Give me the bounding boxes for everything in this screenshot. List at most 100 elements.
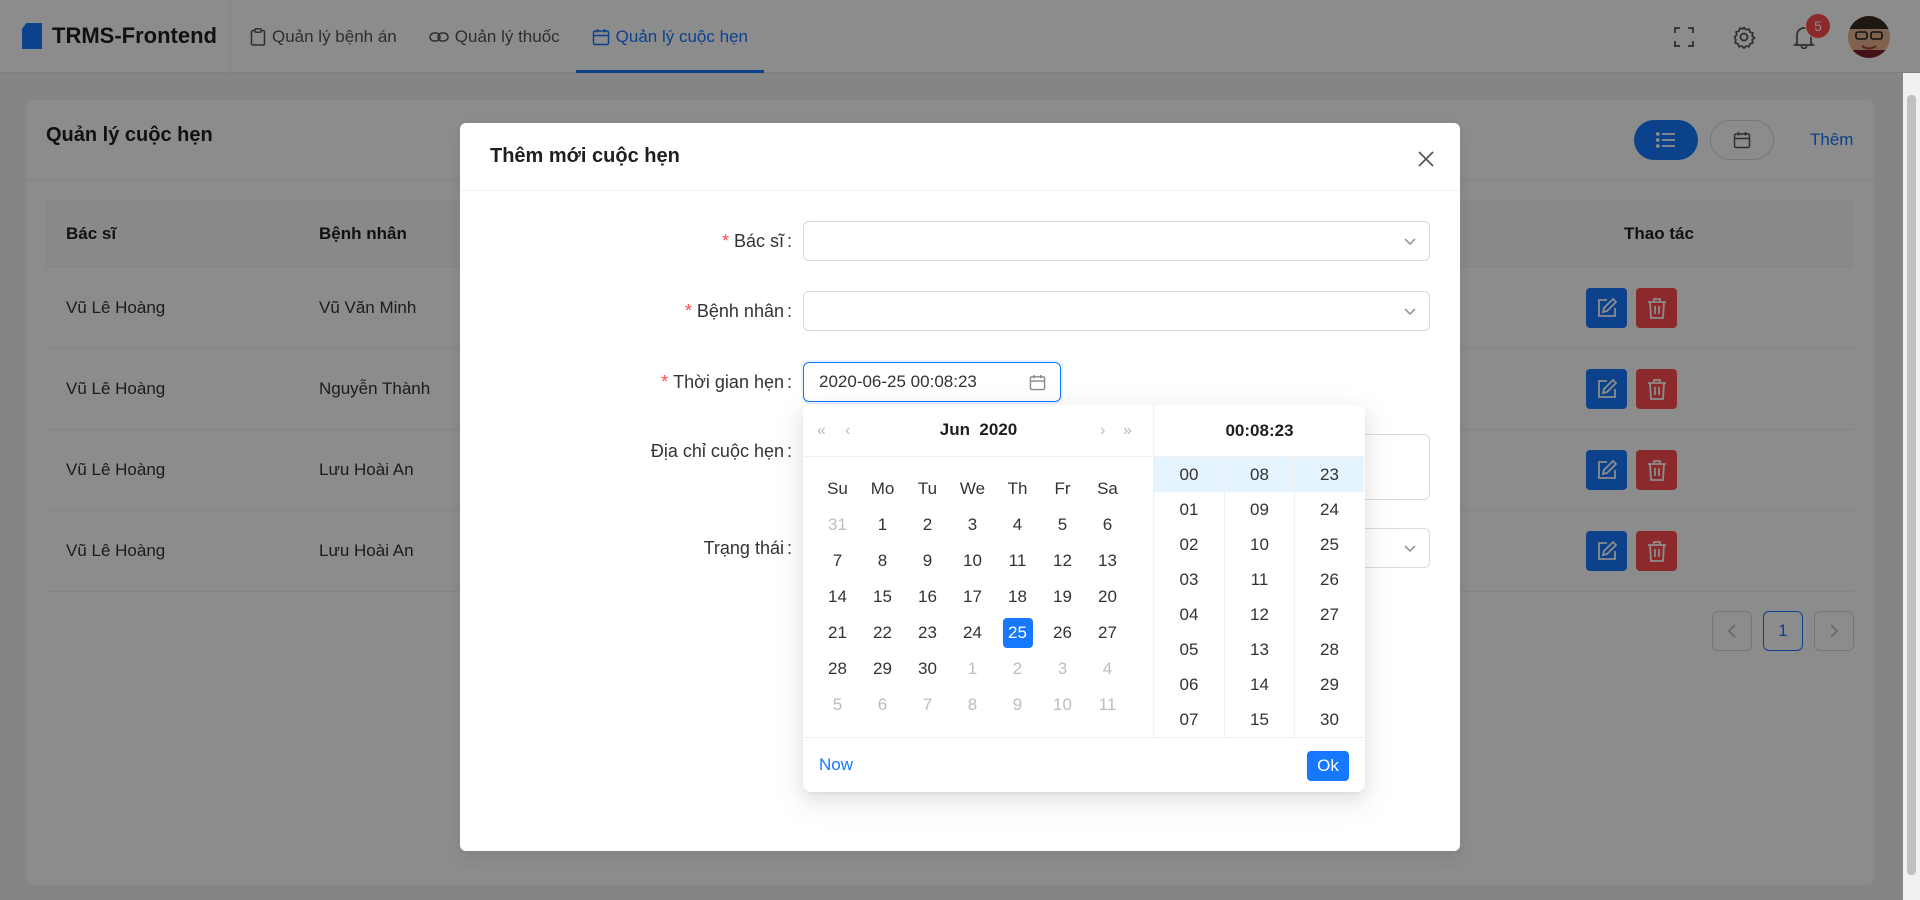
calendar-day[interactable]: 7 — [905, 690, 950, 720]
time-cell[interactable]: 30 — [1295, 702, 1364, 737]
calendar-day[interactable]: 13 — [1085, 546, 1130, 576]
next-month-button[interactable]: › — [1100, 423, 1105, 439]
calendar-day-number: 1 — [877, 515, 888, 534]
form-row-doctor: * Bác sĩ: — [460, 221, 1460, 261]
calendar-day[interactable]: 14 — [815, 582, 860, 612]
time-cell[interactable]: 06 — [1154, 667, 1224, 702]
calendar-day[interactable]: 26 — [1040, 618, 1085, 648]
page-scrollbar[interactable] — [1903, 73, 1920, 900]
calendar-day[interactable]: 4 — [995, 510, 1040, 540]
required-mark: * — [661, 371, 669, 392]
calendar-day[interactable]: 3 — [950, 510, 995, 540]
calendar-day[interactable]: 11 — [995, 546, 1040, 576]
calendar-day[interactable]: 28 — [815, 654, 860, 684]
calendar-day[interactable]: 31 — [815, 510, 860, 540]
time-cell[interactable]: 07 — [1154, 702, 1224, 737]
time-cell[interactable]: 04 — [1154, 597, 1224, 632]
time-cell[interactable]: 13 — [1225, 632, 1294, 667]
calendar-day-number: 24 — [963, 623, 982, 642]
calendar-day[interactable]: 16 — [905, 582, 950, 612]
time-cell[interactable]: 12 — [1225, 597, 1294, 632]
time-cell[interactable]: 25 — [1295, 527, 1364, 562]
calendar-day[interactable]: 27 — [1085, 618, 1130, 648]
time-cell[interactable]: 27 — [1295, 597, 1364, 632]
calendar-panel: « ‹ Jun 2020 › » Su Mo Tu We Th Fr Sa 31 1 2 3 4 5 6 7… — [803, 405, 1154, 737]
calendar-day[interactable]: 24 — [950, 618, 995, 648]
calendar-day[interactable]: 23 — [905, 618, 950, 648]
time-cell[interactable]: 09 — [1225, 492, 1294, 527]
calendar-day[interactable]: 9 — [995, 690, 1040, 720]
weekday-label: Su — [827, 479, 848, 498]
calendar-week: 14 15 16 17 18 19 20 — [815, 579, 1142, 615]
time-cell[interactable]: 28 — [1295, 632, 1364, 667]
calendar-day[interactable]: 2 — [995, 654, 1040, 684]
calendar-day[interactable]: 1 — [950, 654, 995, 684]
calendar-day[interactable]: 9 — [905, 546, 950, 576]
calendar-day[interactable]: 2 — [905, 510, 950, 540]
calendar-day-number: 8 — [967, 695, 978, 714]
time-cell[interactable]: 26 — [1295, 562, 1364, 597]
calendar-day[interactable]: 10 — [1040, 690, 1085, 720]
calendar-day[interactable]: 7 — [815, 546, 860, 576]
calendar-day[interactable]: 19 — [1040, 582, 1085, 612]
calendar-day[interactable]: 17 — [950, 582, 995, 612]
calendar-day-selected[interactable]: 25 — [995, 618, 1040, 648]
now-button[interactable]: Now — [819, 755, 853, 775]
time-cell[interactable]: 24 — [1295, 492, 1364, 527]
time-cell[interactable]: 02 — [1154, 527, 1224, 562]
calendar-day[interactable]: 10 — [950, 546, 995, 576]
patient-select[interactable] — [803, 291, 1430, 331]
calendar-day[interactable]: 5 — [815, 690, 860, 720]
calendar-day-number: 14 — [828, 587, 847, 606]
label-colon: : — [786, 300, 792, 321]
calendar-day[interactable]: 1 — [860, 510, 905, 540]
modal-title: Thêm mới cuộc hẹn — [490, 145, 680, 167]
next-year-button[interactable]: » — [1123, 423, 1132, 439]
time-cell-selected[interactable]: 08 — [1225, 457, 1294, 492]
calendar-day[interactable]: 11 — [1085, 690, 1130, 720]
calendar-day[interactable]: 15 — [860, 582, 905, 612]
calendar-day[interactable]: 12 — [1040, 546, 1085, 576]
time-cell[interactable]: 11 — [1225, 562, 1294, 597]
calendar-day-number: 7 — [832, 551, 843, 570]
calendar-day-number: 25 — [1002, 618, 1033, 648]
calendar-day[interactable]: 4 — [1085, 654, 1130, 684]
year-button[interactable]: 2020 — [979, 420, 1017, 439]
weekday-label: Sa — [1097, 479, 1118, 498]
modal-close-button[interactable] — [1416, 149, 1436, 169]
time-cell-selected[interactable]: 23 — [1295, 457, 1364, 492]
calendar-day[interactable]: 22 — [860, 618, 905, 648]
time-cell[interactable]: 03 — [1154, 562, 1224, 597]
time-cell-selected[interactable]: 00 — [1154, 457, 1224, 492]
calendar-day[interactable]: 3 — [1040, 654, 1085, 684]
calendar-day-number: 2 — [922, 515, 933, 534]
minute-column[interactable]: 08 09 10 11 12 13 14 15 — [1224, 457, 1294, 737]
calendar-day[interactable]: 6 — [1085, 510, 1130, 540]
appointment-time-input[interactable]: 2020-06-25 00:08:23 — [803, 362, 1061, 402]
calendar-day[interactable]: 29 — [860, 654, 905, 684]
time-cell[interactable]: 15 — [1225, 702, 1294, 737]
month-button[interactable]: Jun — [940, 420, 970, 439]
calendar-day[interactable]: 8 — [860, 546, 905, 576]
ok-button[interactable]: Ok — [1307, 751, 1349, 781]
calendar-day[interactable]: 20 — [1085, 582, 1130, 612]
calendar-day[interactable]: 5 — [1040, 510, 1085, 540]
doctor-select[interactable] — [803, 221, 1430, 261]
hour-column[interactable]: 00 01 02 03 04 05 06 07 — [1154, 457, 1224, 737]
time-cell[interactable]: 14 — [1225, 667, 1294, 702]
time-cell[interactable]: 10 — [1225, 527, 1294, 562]
calendar-day[interactable]: 6 — [860, 690, 905, 720]
second-column[interactable]: 23 24 25 26 27 28 29 30 — [1294, 457, 1364, 737]
calendar-day[interactable]: 21 — [815, 618, 860, 648]
calendar-day-number: 23 — [918, 623, 937, 642]
status-label: Trạng thái: — [704, 528, 792, 568]
calendar-day-number: 10 — [963, 551, 982, 570]
time-cell[interactable]: 01 — [1154, 492, 1224, 527]
time-cell[interactable]: 05 — [1154, 632, 1224, 667]
calendar-day[interactable]: 8 — [950, 690, 995, 720]
calendar-day[interactable]: 18 — [995, 582, 1040, 612]
calendar-day-number: 9 — [922, 551, 933, 570]
scrollbar-thumb[interactable] — [1907, 95, 1916, 875]
calendar-day[interactable]: 30 — [905, 654, 950, 684]
time-cell[interactable]: 29 — [1295, 667, 1364, 702]
